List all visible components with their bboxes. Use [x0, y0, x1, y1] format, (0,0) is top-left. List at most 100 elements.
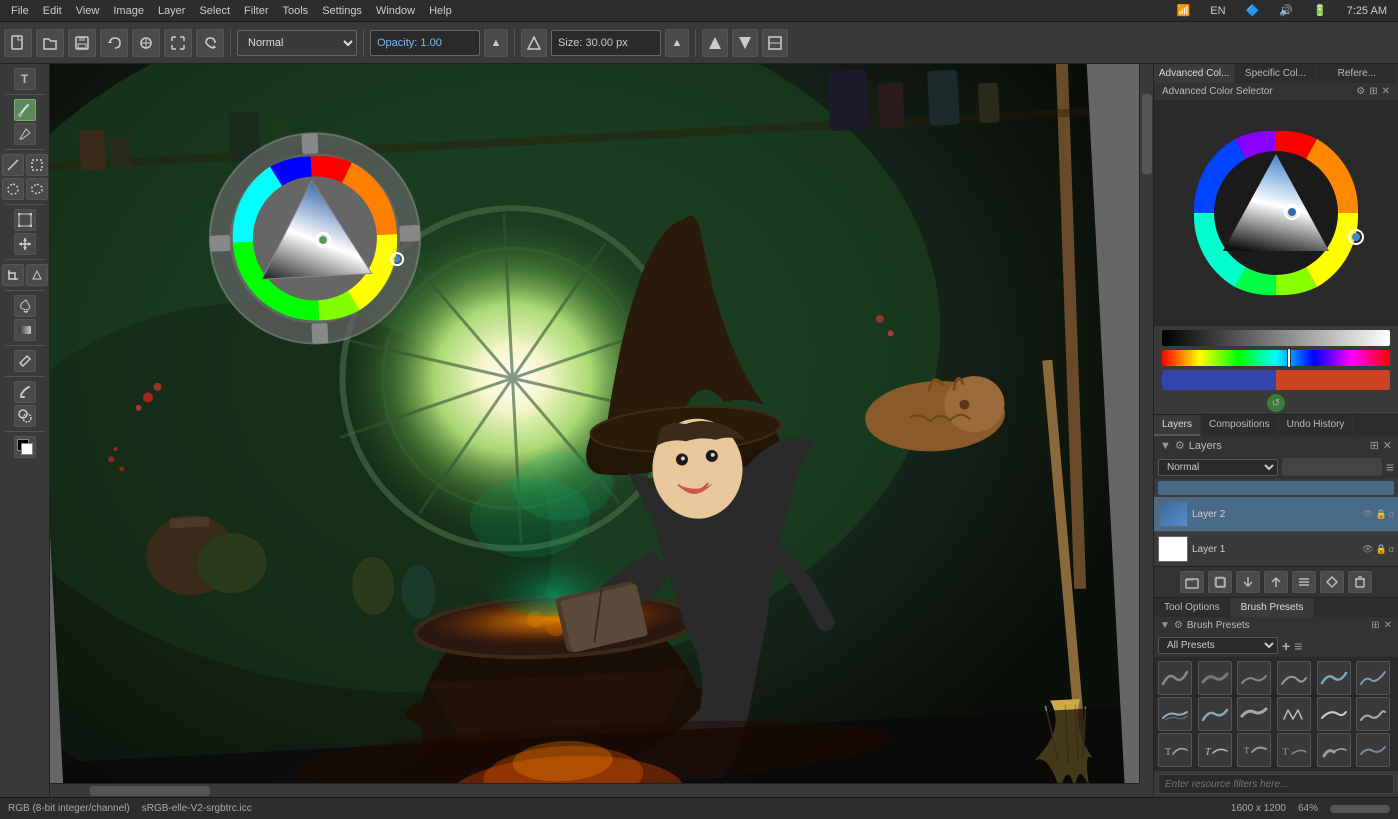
layers-add-group-button[interactable] [1180, 571, 1204, 593]
layers-blend-mode-select[interactable]: Normal Multiply Screen [1158, 459, 1278, 476]
scrollbar-v-thumb[interactable] [1142, 94, 1152, 174]
layers-delete-button[interactable] [1348, 571, 1372, 593]
perspective-tool[interactable] [26, 264, 48, 286]
brush-tab-brush-presets[interactable]: Brush Presets [1231, 598, 1315, 617]
panel-color-wheel[interactable] [1167, 104, 1385, 322]
menu-settings[interactable]: Settings [315, 3, 369, 19]
layers-tab-history[interactable]: Undo History [1279, 415, 1354, 436]
layers-tab-layers[interactable]: Layers [1154, 415, 1201, 436]
open-document-button[interactable] [36, 29, 64, 57]
layers-merge-button[interactable] [1320, 571, 1344, 593]
brush-option-1[interactable] [521, 29, 547, 57]
layers-move-down-button[interactable] [1236, 571, 1260, 593]
move-tool[interactable] [14, 233, 36, 255]
transform-tool[interactable] [14, 209, 36, 231]
layers-flatten-button[interactable] [1292, 571, 1316, 593]
color-panel-expand-icon[interactable]: ⊞ [1369, 86, 1377, 97]
blend-mode-select[interactable]: Normal Multiply Screen Overlay Dissolve [237, 30, 357, 56]
opacity-field[interactable]: Opacity: 1.00 [370, 30, 480, 56]
calligraphy-tool[interactable] [14, 123, 36, 145]
freehand-brush-tool[interactable] [14, 99, 36, 121]
brush-settings-button[interactable] [132, 29, 160, 57]
brush-option-4[interactable] [762, 29, 788, 57]
refresh-button[interactable] [196, 29, 224, 57]
menu-file[interactable]: File [4, 3, 36, 19]
brush-preset-3[interactable] [1237, 661, 1271, 695]
rectangle-select-tool[interactable] [26, 154, 48, 176]
brush-preset-11[interactable] [1317, 697, 1351, 731]
canvas-inner[interactable] [50, 64, 1139, 783]
color-value-bar[interactable] [1162, 330, 1390, 346]
undo-button[interactable] [100, 29, 128, 57]
brush-close-icon[interactable]: ✕ [1384, 620, 1392, 631]
fill-tool[interactable] [14, 295, 36, 317]
brush-preset-18[interactable] [1356, 733, 1390, 767]
brush-settings-icon[interactable]: ⚙ [1174, 620, 1183, 631]
brush-preset-13[interactable]: T [1158, 733, 1192, 767]
brush-preset-9[interactable] [1237, 697, 1271, 731]
layer-1-visibility-icon[interactable]: 👁 [1362, 544, 1373, 555]
brush-add-preset-button[interactable]: + [1282, 638, 1290, 654]
brush-preset-17[interactable] [1317, 733, 1351, 767]
layers-collapse-icon[interactable]: ▼ [1160, 440, 1171, 452]
text-tool[interactable]: T [14, 68, 36, 90]
brush-preset-15[interactable]: T [1237, 733, 1271, 767]
brush-preset-8[interactable] [1198, 697, 1232, 731]
menu-filter[interactable]: Filter [237, 3, 275, 19]
size-field[interactable]: Size: 30.00 px [551, 30, 661, 56]
smart-brush-tool[interactable] [14, 381, 36, 403]
brush-preset-2[interactable] [1198, 661, 1232, 695]
crop-tool[interactable] [2, 264, 24, 286]
brush-preset-10[interactable] [1277, 697, 1311, 731]
layer-2-lock-icon[interactable]: 🔒 [1376, 509, 1387, 520]
brush-preset-7[interactable] [1158, 697, 1192, 731]
brush-collapse-icon[interactable]: ▼ [1160, 620, 1170, 631]
clone-tool[interactable] [14, 405, 36, 427]
canvas-vertical-scrollbar[interactable] [1139, 64, 1153, 783]
brush-tab-tool-options[interactable]: Tool Options [1154, 598, 1231, 617]
color-hue-bar[interactable] [1162, 350, 1390, 366]
eyedropper-tool[interactable] [14, 350, 36, 372]
brush-preset-12[interactable] [1356, 697, 1390, 731]
canvas-color-wheel[interactable] [199, 122, 430, 353]
foreground-background-colors[interactable] [14, 436, 36, 458]
layers-tab-compositions[interactable]: Compositions [1201, 415, 1279, 436]
brush-preset-1[interactable] [1158, 661, 1192, 695]
brush-option-2[interactable] [702, 29, 728, 57]
brush-preset-4[interactable] [1277, 661, 1311, 695]
color-tab-advanced[interactable]: Advanced Col... [1154, 64, 1235, 83]
layers-move-up-button[interactable] [1264, 571, 1288, 593]
layer-1-alpha-icon[interactable]: α [1389, 544, 1394, 555]
layers-settings-icon[interactable]: ⚙ [1175, 439, 1185, 452]
freehand-select-tool[interactable] [2, 178, 24, 200]
color-tab-specific[interactable]: Specific Col... [1235, 64, 1316, 83]
line-tool[interactable] [2, 154, 24, 176]
color-panel-settings-icon[interactable]: ⚙ [1356, 86, 1365, 97]
brush-menu-icon[interactable]: ≡ [1294, 638, 1302, 654]
size-stepper[interactable]: ▲ [665, 29, 689, 57]
brush-preset-5[interactable] [1317, 661, 1351, 695]
save-document-button[interactable] [68, 29, 96, 57]
menu-view[interactable]: View [69, 3, 107, 19]
layer-item-2[interactable]: Layer 2 👁 🔒 α [1154, 497, 1398, 532]
layer-2-alpha-icon[interactable]: α [1389, 509, 1394, 520]
layers-filter-active[interactable] [1158, 481, 1394, 495]
canvas-horizontal-scrollbar[interactable] [50, 783, 1139, 797]
layer-item-1[interactable]: Layer 1 👁 🔒 α [1154, 532, 1398, 566]
brush-preset-16[interactable]: T [1277, 733, 1311, 767]
layers-opacity-display[interactable] [1282, 458, 1382, 476]
menu-tools[interactable]: Tools [276, 3, 316, 19]
menu-layer[interactable]: Layer [151, 3, 193, 19]
menu-image[interactable]: Image [106, 3, 151, 19]
brush-preset-14[interactable]: T [1198, 733, 1232, 767]
layers-close-icon[interactable]: ✕ [1383, 439, 1392, 452]
gradient-tool[interactable] [14, 319, 36, 341]
color-refresh-button[interactable]: ↺ [1267, 394, 1285, 412]
color-tab-reference[interactable]: Refere... [1317, 64, 1398, 83]
brush-preset-6[interactable] [1356, 661, 1390, 695]
hue-bar-indicator[interactable] [1287, 348, 1291, 368]
layers-settings-right-icon[interactable]: ≡ [1386, 459, 1394, 475]
brush-option-3[interactable] [732, 29, 758, 57]
menu-edit[interactable]: Edit [36, 3, 69, 19]
layers-duplicate-button[interactable] [1208, 571, 1232, 593]
